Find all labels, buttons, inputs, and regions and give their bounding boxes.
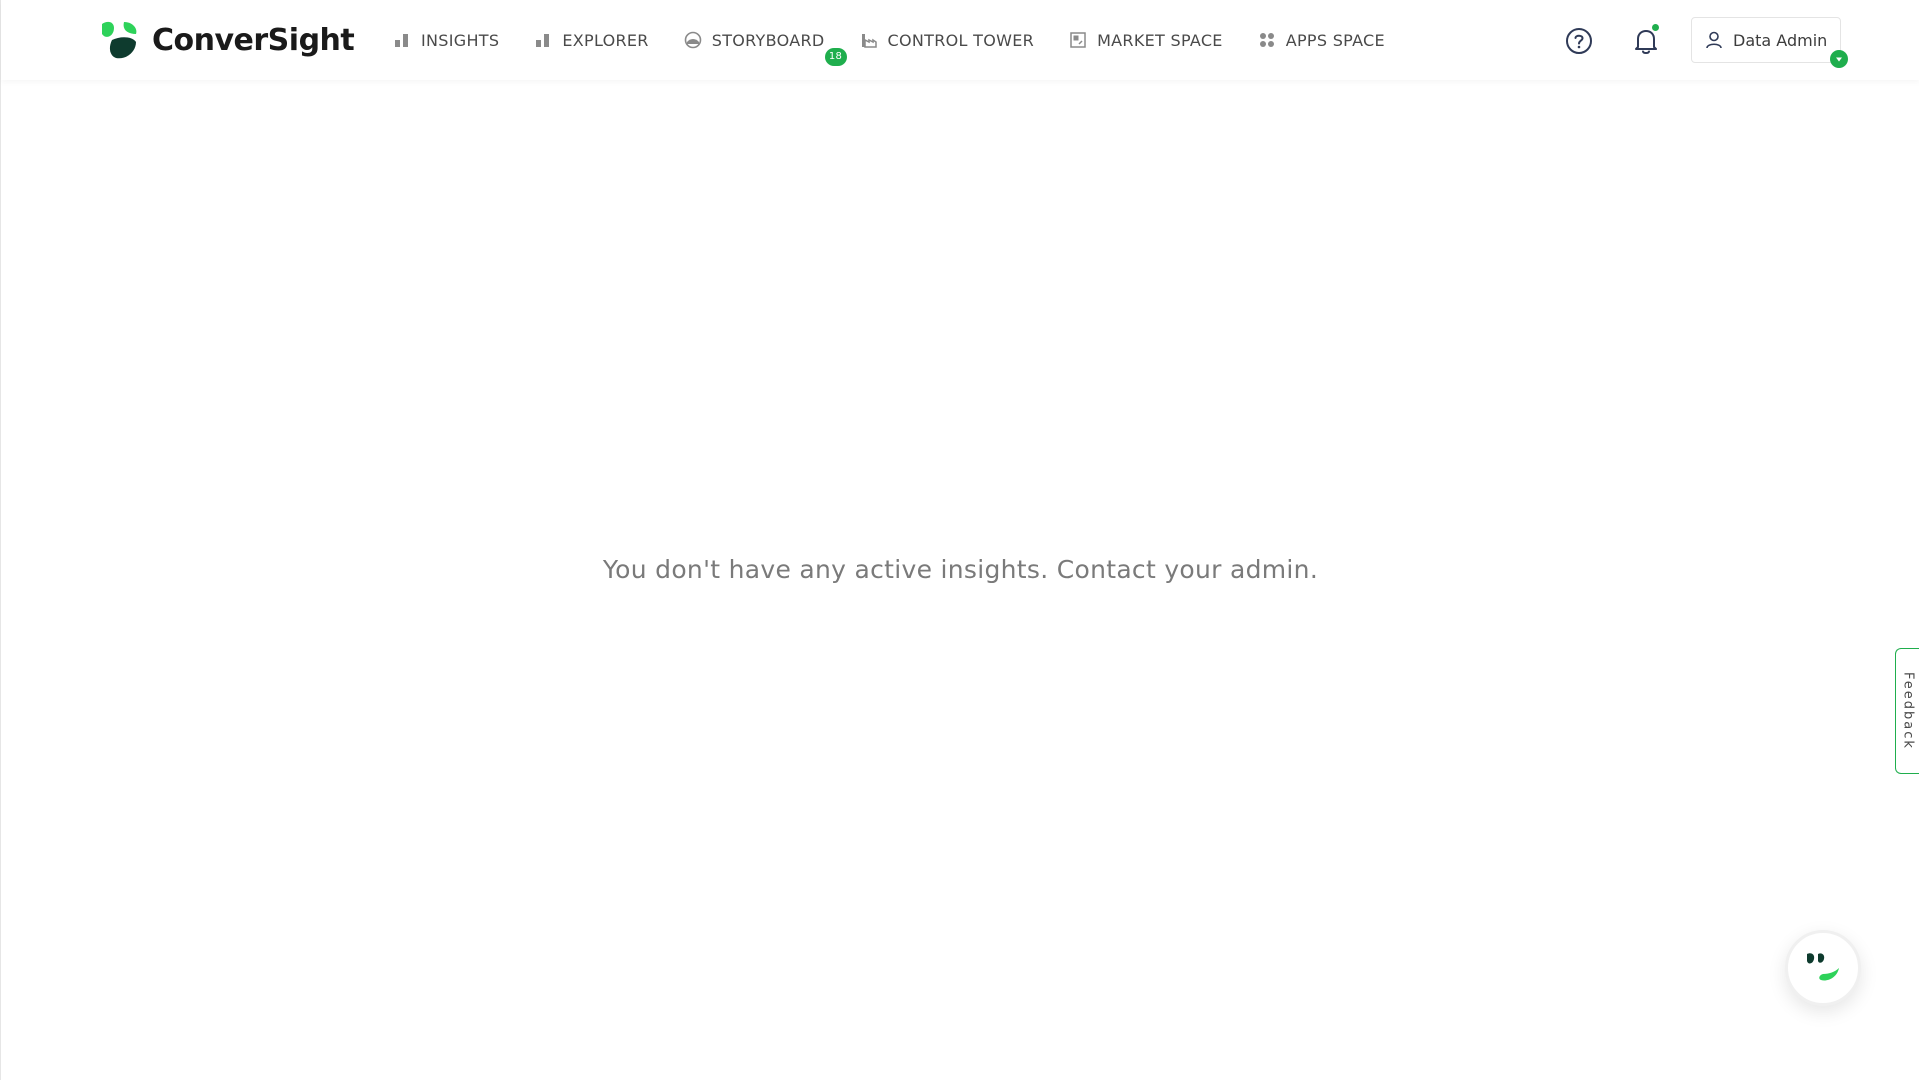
nav-item-storyboard[interactable]: STORYBOARD 18 — [684, 30, 847, 66]
chevron-down-icon[interactable] — [1830, 50, 1848, 68]
main-nav: INSIGHTS EXPLORER STORYBOARD 18 CONTROL — [393, 26, 1420, 66]
nav-item-label: EXPLORER — [562, 30, 649, 50]
app-page: ConverSight INSIGHTS EXPLORER STORYBOARD — [0, 0, 1919, 1080]
storyboard-count-badge: 18 — [824, 47, 847, 66]
notifications-button[interactable] — [1632, 24, 1660, 56]
nav-item-label: APPS SPACE — [1285, 30, 1385, 50]
store-icon — [1069, 31, 1087, 49]
nav-item-explorer[interactable]: EXPLORER — [534, 31, 648, 50]
top-navigation-bar: ConverSight INSIGHTS EXPLORER STORYBOARD — [1, 0, 1919, 80]
conversight-logo-icon — [102, 21, 137, 59]
nav-item-market-space[interactable]: MARKET SPACE — [1069, 31, 1223, 50]
nav-item-control-tower[interactable]: CONTROL TOWER — [860, 31, 1035, 50]
palette-icon — [684, 31, 702, 49]
help-circle-icon — [1566, 28, 1592, 54]
brand-logo[interactable]: ConverSight — [98, 18, 355, 62]
feedback-tab[interactable]: Feedback — [1895, 648, 1919, 774]
nav-item-label: CONTROL TOWER — [887, 30, 1035, 50]
nav-item-apps-space[interactable]: APPS SPACE — [1258, 31, 1385, 50]
bar-chart-icon — [393, 31, 411, 49]
grid-icon — [1258, 31, 1276, 49]
nav-item-label: MARKET SPACE — [1097, 30, 1223, 50]
nav-item-insights[interactable]: INSIGHTS — [393, 31, 499, 50]
bar-chart-icon — [534, 31, 552, 49]
conversight-chat-icon — [1807, 953, 1839, 981]
nav-item-label: STORYBOARD — [711, 30, 825, 50]
user-icon — [1706, 31, 1722, 49]
user-menu-button[interactable]: Data Admin — [1691, 17, 1848, 68]
empty-state-message: You don't have any active insights. Cont… — [602, 555, 1319, 584]
help-button[interactable] — [1565, 27, 1593, 55]
nav-item-label: INSIGHTS — [421, 30, 500, 50]
brand-name: ConverSight — [152, 22, 355, 58]
factory-icon — [860, 31, 878, 49]
feedback-label: Feedback — [1900, 672, 1916, 750]
user-name: Data Admin — [1733, 30, 1828, 50]
chat-assistant-button[interactable] — [1785, 930, 1861, 1006]
notification-indicator — [1652, 24, 1659, 31]
